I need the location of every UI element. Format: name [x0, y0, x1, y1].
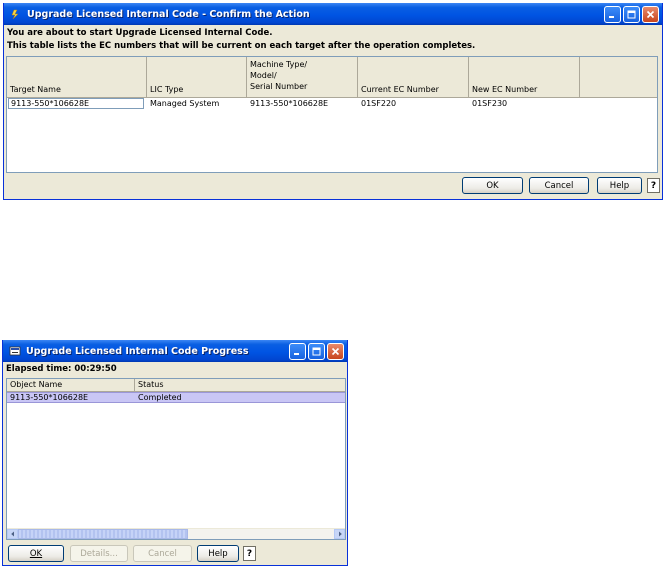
progress-title-bar[interactable]: Upgrade Licensed Internal Code Progress	[3, 340, 347, 362]
column-header-machine[interactable]: Machine Type/ Model/ Serial Number	[247, 57, 358, 97]
context-help-button[interactable]: ?	[647, 178, 660, 193]
column-header-object-name[interactable]: Object Name	[7, 379, 135, 391]
ok-button[interactable]: OK	[462, 177, 523, 194]
close-button[interactable]	[642, 5, 659, 23]
progress-window: Upgrade Licensed Internal Code Progress …	[2, 340, 348, 566]
confirm-title-bar[interactable]: Upgrade Licensed Internal Code - Confirm…	[4, 3, 662, 25]
intro-line-2: This table lists the EC numbers that wil…	[7, 41, 476, 51]
lic-type-value: Managed System	[150, 99, 220, 108]
confirm-window-title: Upgrade Licensed Internal Code - Confirm…	[27, 8, 310, 20]
elapsed-time: Elapsed time: 00:29:50	[6, 364, 117, 374]
machine-header-line-1: Machine Type/	[250, 60, 308, 69]
intro-line-1: You are about to start Upgrade Licensed …	[7, 28, 273, 38]
close-icon	[331, 347, 340, 355]
help-button[interactable]: Help	[197, 545, 239, 562]
close-icon	[646, 10, 655, 18]
minimize-icon	[294, 352, 299, 355]
table-row[interactable]: 9113-550*106628E Completed	[7, 392, 345, 403]
progress-table: Object Name Status 9113-550*106628E Comp…	[6, 378, 346, 540]
minimize-button[interactable]	[289, 342, 306, 360]
column-header-current-ec[interactable]: Current EC Number	[358, 57, 469, 97]
app-icon	[8, 345, 21, 358]
ok-button-label: OK	[29, 548, 43, 559]
scroll-right-button[interactable]	[334, 529, 345, 539]
cancel-button[interactable]: Cancel	[133, 545, 192, 562]
machine-value: 9113-550*106628E	[250, 99, 329, 108]
column-header-new-ec[interactable]: New EC Number	[469, 57, 580, 97]
table-row[interactable]: 9113-550*106628E Managed System 9113-550…	[7, 98, 580, 110]
confirm-window: Upgrade Licensed Internal Code - Confirm…	[3, 3, 663, 200]
app-icon	[9, 8, 22, 21]
new-ec-value: 01SF230	[472, 99, 508, 108]
column-header-status[interactable]: Status	[135, 379, 345, 391]
ec-table: Target Name LIC Type Machine Type/ Model…	[6, 56, 658, 173]
help-button[interactable]: Help	[597, 177, 642, 194]
column-header-target-name[interactable]: Target Name	[7, 57, 147, 97]
status-value: Completed	[138, 393, 182, 402]
maximize-button[interactable]	[308, 342, 325, 360]
column-header-lic-type[interactable]: LIC Type	[147, 57, 247, 97]
minimize-icon	[609, 15, 614, 18]
elapsed-time-value: 00:29:50	[74, 364, 117, 374]
context-help-button[interactable]: ?	[243, 546, 256, 561]
maximize-button[interactable]	[623, 5, 640, 23]
scroll-left-button[interactable]	[7, 529, 18, 539]
details-button[interactable]: Details...	[70, 545, 128, 562]
object-name-value: 9113-550*106628E	[10, 393, 89, 402]
cancel-button[interactable]: Cancel	[529, 177, 589, 194]
target-name-value: 9113-550*106628E	[11, 99, 90, 108]
horizontal-scrollbar[interactable]	[7, 528, 345, 539]
maximize-icon	[312, 347, 321, 355]
scroll-left-icon	[10, 531, 14, 537]
current-ec-value: 01SF220	[361, 99, 397, 108]
progress-window-title: Upgrade Licensed Internal Code Progress	[26, 345, 249, 357]
machine-header-line-2: Model/	[250, 71, 277, 80]
close-button[interactable]	[327, 342, 344, 360]
scroll-thumb[interactable]	[18, 529, 188, 539]
machine-header-line-3: Serial Number	[250, 82, 308, 91]
elapsed-time-label: Elapsed time:	[6, 364, 72, 374]
ok-button[interactable]: OK	[8, 545, 64, 562]
maximize-icon	[627, 10, 636, 18]
minimize-button[interactable]	[604, 5, 621, 23]
scroll-right-icon	[338, 531, 342, 537]
